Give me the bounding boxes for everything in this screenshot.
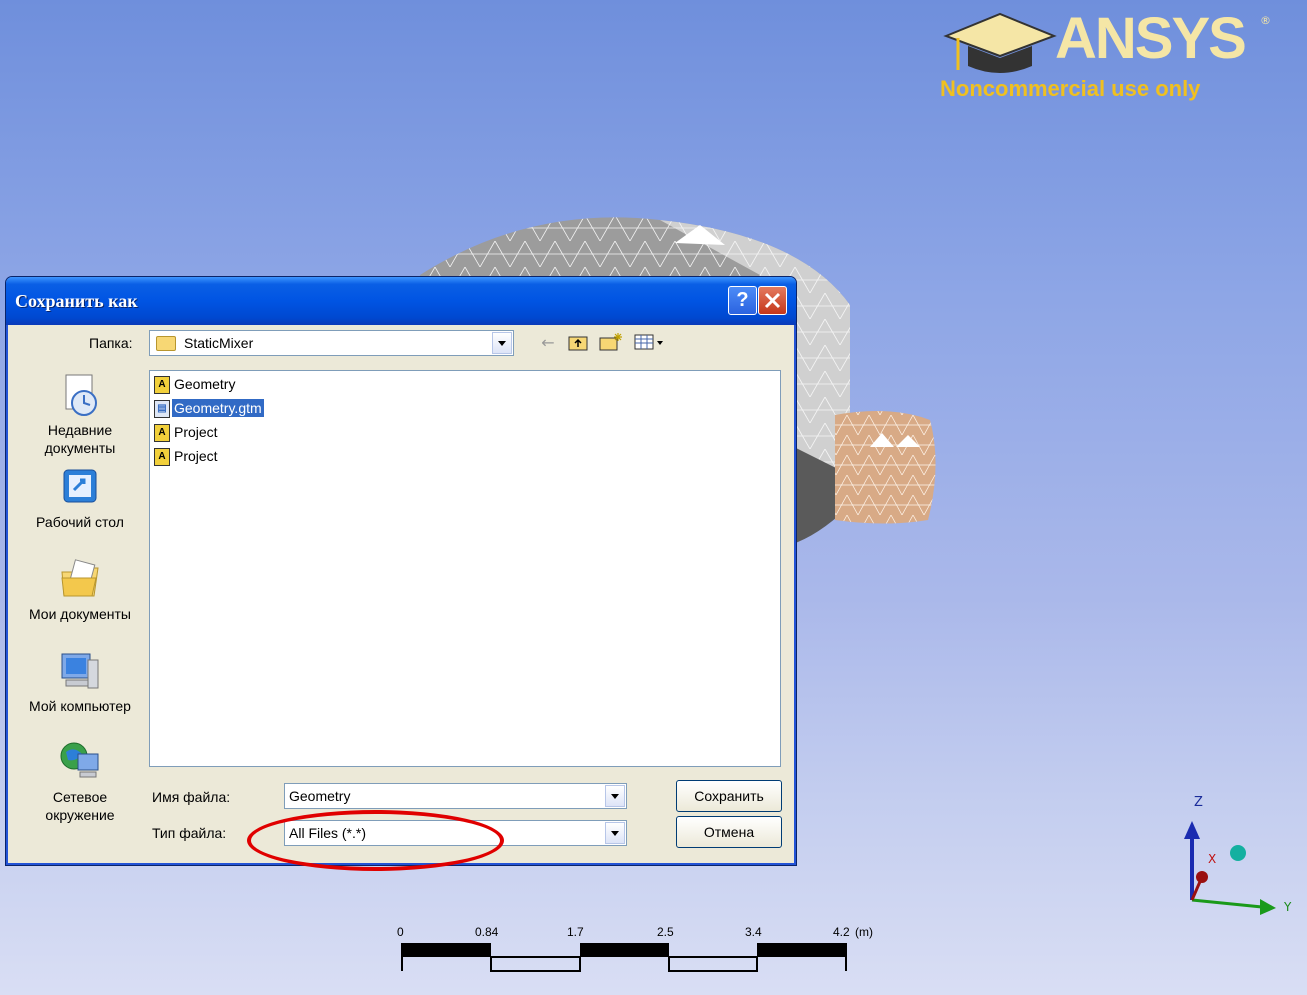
folder-value: StaticMixer <box>184 335 254 351</box>
ansys-brand-text: ANSYS <box>1055 6 1247 71</box>
filename-label: Имя файла: <box>152 789 231 805</box>
folder-label: Папка: <box>89 335 133 351</box>
dialog-title: Сохранить как <box>15 291 138 311</box>
registered-mark: ® <box>1260 14 1271 27</box>
my-computer-icon <box>58 650 102 694</box>
place-label: Сетевое окружение <box>45 789 115 823</box>
cancel-button[interactable]: Отмена <box>676 816 782 848</box>
new-folder-icon[interactable] <box>599 332 623 354</box>
filename-field[interactable]: Geometry <box>284 783 627 809</box>
scale-bar-graphic <box>401 943 847 972</box>
scale-tick-label: 3.4 <box>745 925 762 939</box>
ansys-file-icon: A <box>154 448 170 466</box>
up-folder-icon[interactable] <box>566 332 590 354</box>
place-my-computer[interactable]: Мой компьютер <box>10 650 150 714</box>
axis-triad: Z X Y <box>1180 795 1300 920</box>
close-icon <box>764 292 781 309</box>
filename-value: Geometry <box>289 788 351 804</box>
file-name: Geometry <box>174 376 236 392</box>
scale-tick-label: 1.7 <box>567 925 584 939</box>
scale-tick-label: 0 <box>397 925 404 939</box>
save-button[interactable]: Сохранить <box>676 780 782 812</box>
chevron-down-icon[interactable] <box>492 332 512 354</box>
help-button[interactable]: ? <box>728 286 757 315</box>
chevron-down-icon[interactable] <box>605 822 625 844</box>
chevron-down-icon[interactable] <box>605 785 625 807</box>
close-button[interactable] <box>758 286 787 315</box>
scale-tick-label: 4.2 <box>833 925 850 939</box>
file-list[interactable]: A Geometry ▤ Geometry.gtm A Project A Pr… <box>149 370 781 767</box>
folder-select[interactable]: StaticMixer <box>149 330 514 356</box>
network-places-icon <box>58 740 102 784</box>
scale-bar: 0 0.84 1.7 2.5 3.4 4.2 (m) <box>395 925 895 980</box>
place-label: Мой компьютер <box>29 698 131 714</box>
file-name: Geometry.gtm <box>172 399 264 417</box>
place-recent-documents[interactable]: Недавние документы <box>10 373 150 457</box>
scale-unit: (m) <box>855 925 873 939</box>
ansys-file-icon: A <box>154 376 170 394</box>
scale-tick-label: 2.5 <box>657 925 674 939</box>
place-label: Недавние документы <box>44 422 116 456</box>
axis-triad-graphic <box>1184 821 1276 915</box>
place-label: Рабочий стол <box>36 514 124 530</box>
file-name: Project <box>174 448 218 464</box>
place-desktop[interactable]: Рабочий стол <box>10 466 150 530</box>
my-documents-icon <box>58 558 102 602</box>
places-bar: Недавние документы Рабочий стол Мои доку… <box>10 368 144 848</box>
highlight-ellipse <box>247 810 504 871</box>
folder-icon <box>156 336 176 351</box>
place-network[interactable]: Сетевое окружение <box>10 740 150 824</box>
graduation-cap-icon <box>943 12 1057 73</box>
place-label: Мои документы <box>28 606 131 622</box>
file-name: Project <box>174 424 218 440</box>
ansys-file-icon: A <box>154 424 170 442</box>
noncommercial-tagline: Noncommercial use only <box>940 76 1201 101</box>
place-my-documents[interactable]: Мои документы <box>10 558 150 622</box>
dialog-titlebar[interactable]: Сохранить как ? <box>6 277 796 325</box>
views-menu-icon[interactable] <box>632 332 668 354</box>
back-arrow-icon[interactable]: ← <box>536 332 560 354</box>
recent-documents-icon <box>58 373 102 417</box>
desktop-icon <box>58 466 102 510</box>
scale-tick-label: 0.84 <box>475 925 499 939</box>
gtm-file-icon: ▤ <box>154 400 170 418</box>
filetype-label: Тип файла: <box>152 825 227 841</box>
